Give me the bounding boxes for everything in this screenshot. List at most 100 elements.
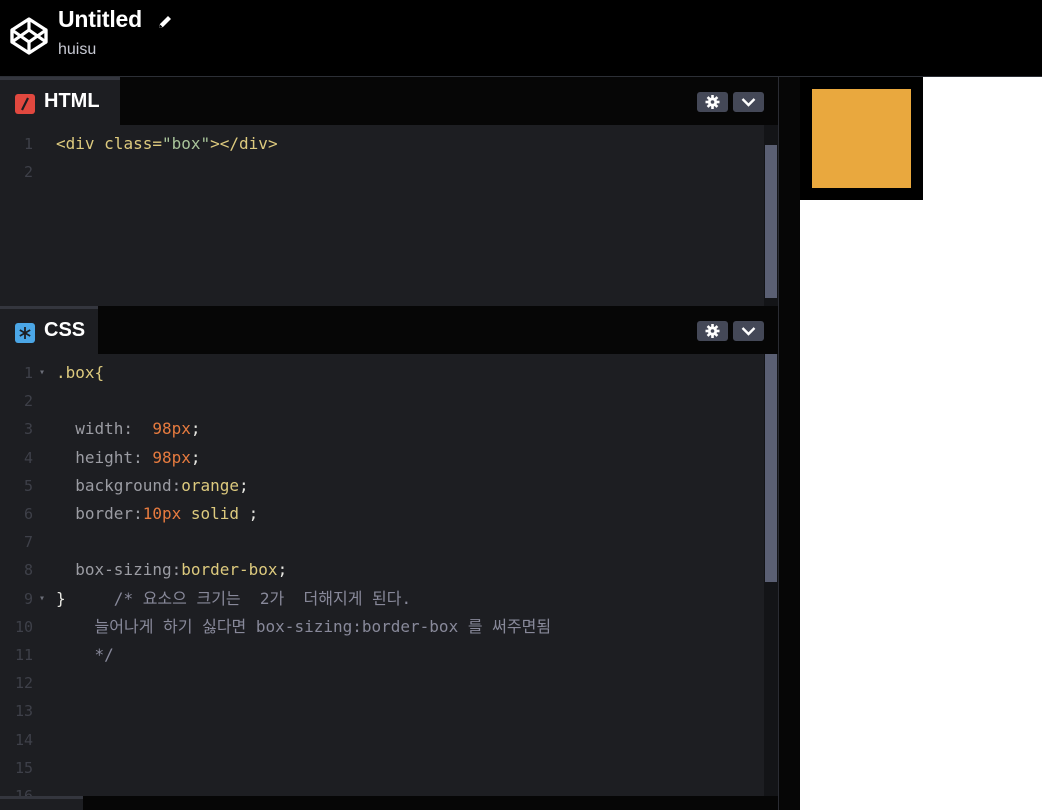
code-line[interactable]: 6 border:10px solid ;: [0, 502, 760, 526]
pen-title[interactable]: Untitled: [58, 6, 142, 33]
line-number: 13: [14, 702, 33, 721]
code-text: background:orange;: [56, 474, 248, 498]
chevron-down-icon: [741, 327, 756, 336]
code-token: class=: [104, 134, 162, 153]
tab-css[interactable]: CSS: [0, 306, 98, 354]
fold-arrow-icon[interactable]: ▾: [39, 587, 45, 611]
gear-icon: [705, 95, 720, 109]
code-token: }: [56, 588, 66, 608]
code-token: 늘어나게 하기 싫다면 box-sizing:border-box 를 써주면됨: [56, 616, 552, 636]
code-line[interactable]: 1 <div class="box"></div>: [0, 132, 760, 156]
html-slash-icon: [15, 94, 35, 114]
preview-box: [800, 77, 923, 200]
top-header: Untitled huisu: [0, 0, 1042, 77]
css-editor-panel: CSS 1 ▾ .box{ 2 3 width: 98px; 4 height:: [0, 306, 778, 796]
line-number: 14: [14, 730, 33, 749]
code-line[interactable]: 2: [0, 389, 760, 413]
line-number: 3: [23, 420, 33, 439]
line-number: 6: [23, 505, 33, 523]
code-token: box-sizing:: [56, 560, 182, 580]
code-token: .box{: [56, 363, 105, 382]
code-line[interactable]: 9 ▾} /* 요소으 크기는 2가 더해지게 된다.: [0, 587, 760, 611]
code-line[interactable]: 7: [0, 530, 760, 554]
html-tab-bar: HTML: [0, 77, 778, 125]
html-settings-button[interactable]: [697, 92, 728, 112]
code-token: "box": [161, 134, 211, 153]
code-token: orange: [181, 475, 240, 495]
js-tab-bar: [0, 796, 778, 810]
code-line[interactable]: 3 width: 98px;: [0, 417, 760, 441]
tab-label: CSS: [44, 319, 86, 341]
code-token: 10px: [142, 504, 182, 523]
code-token: ;: [277, 560, 288, 580]
code-token: 98px: [152, 419, 191, 439]
line-number: 2: [23, 163, 33, 181]
code-text: } /* 요소으 크기는 2가 더해지게 된다.: [56, 587, 411, 611]
line-number: 11: [14, 646, 33, 664]
css-code-area[interactable]: 1 ▾ .box{ 2 3 width: 98px; 4 height: 98px; 5 …: [0, 354, 778, 796]
line-number: 10: [14, 617, 33, 636]
line-number: 7: [23, 533, 33, 552]
html-editor-panel: HTML 1 <div class="box"></div> 2: [0, 77, 778, 306]
code-line[interactable]: 12: [0, 671, 760, 695]
author-name[interactable]: huisu: [58, 41, 96, 59]
code-token: ;: [190, 419, 211, 439]
pencil-icon[interactable]: [156, 13, 174, 31]
tab-html[interactable]: HTML: [0, 77, 120, 125]
css-collapse-button[interactable]: [733, 321, 764, 341]
code-line[interactable]: 8 box-sizing:border-box;: [0, 558, 760, 582]
code-line[interactable]: 1 ▾ .box{: [0, 361, 760, 385]
editor-resizer[interactable]: [778, 77, 801, 810]
html-scrollbar[interactable]: [764, 125, 778, 306]
line-number: 5: [23, 476, 33, 495]
code-text: 늘어나게 하기 싫다면 box-sizing:border-box 를 써주면됨: [56, 615, 552, 639]
code-text: height: 98px;: [56, 446, 201, 470]
fold-arrow-icon[interactable]: ▾: [39, 361, 45, 385]
line-number: 1: [23, 364, 33, 382]
line-number: 16: [14, 787, 33, 796]
line-number: 4: [23, 448, 33, 467]
css-asterisk-icon: [15, 323, 35, 343]
code-token: border-box: [181, 560, 278, 580]
result-preview: [800, 77, 1042, 810]
line-number: 1: [23, 135, 33, 153]
code-token: 98px: [152, 447, 191, 467]
line-number: 12: [14, 674, 33, 693]
code-token: solid: [181, 504, 240, 523]
code-token: height:: [56, 447, 153, 467]
code-line[interactable]: 4 height: 98px;: [0, 446, 760, 470]
html-code-area[interactable]: 1 <div class="box"></div> 2: [0, 125, 778, 306]
code-line[interactable]: 10 늘어나게 하기 싫다면 box-sizing:border-box 를 써…: [0, 615, 760, 639]
editor-column: HTML 1 <div class="box"></div> 2 CSS 1 ▾…: [0, 77, 778, 810]
code-line[interactable]: 15: [0, 756, 760, 780]
codepen-logo-icon[interactable]: [9, 16, 49, 56]
code-text: width: 98px;: [56, 417, 210, 441]
code-line[interactable]: 14: [0, 728, 760, 752]
html-scroll-thumb[interactable]: [765, 145, 777, 298]
line-number: 9: [23, 589, 33, 608]
tab-label: HTML: [44, 90, 100, 112]
css-scrollbar[interactable]: [764, 354, 778, 796]
code-line[interactable]: 5 background:orange;: [0, 474, 760, 498]
tab-js[interactable]: [0, 796, 83, 810]
code-line[interactable]: 13: [0, 699, 760, 723]
css-scroll-thumb[interactable]: [765, 354, 777, 582]
code-token: border:: [56, 504, 143, 523]
code-text: */: [56, 643, 114, 667]
html-collapse-button[interactable]: [733, 92, 764, 112]
code-token: /* 요소으 크기는 2가 더해지게 된다.: [65, 588, 412, 608]
code-line[interactable]: 2: [0, 160, 760, 184]
css-settings-button[interactable]: [697, 321, 728, 341]
code-token: ;: [239, 504, 259, 523]
css-tab-bar: CSS: [0, 306, 778, 354]
code-line[interactable]: 16: [0, 784, 760, 796]
code-token: ;: [190, 447, 201, 467]
code-text: .box{: [56, 361, 104, 385]
code-token: */: [56, 645, 114, 664]
code-token: <div: [56, 134, 105, 153]
code-line[interactable]: 11 */: [0, 643, 760, 667]
line-number: 15: [14, 758, 33, 777]
gear-icon: [705, 324, 720, 338]
line-number: 8: [23, 561, 33, 580]
code-token: ></div>: [210, 134, 278, 153]
